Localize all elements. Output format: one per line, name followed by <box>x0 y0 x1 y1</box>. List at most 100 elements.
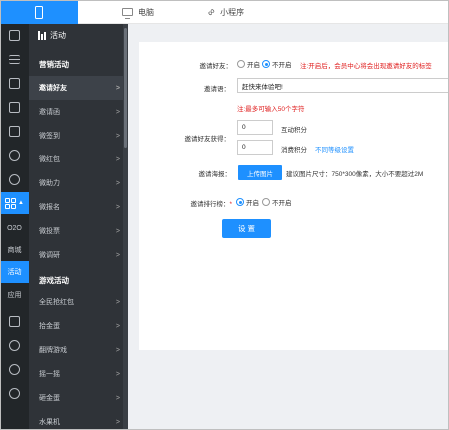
submenu-item-assist[interactable]: 微助力 > <box>29 171 128 195</box>
rail-o2o[interactable]: O2O <box>0 217 29 239</box>
submenu-header-label: 活动 <box>50 30 66 40</box>
rail-dashboard[interactable] <box>0 24 29 46</box>
rail-apps[interactable]: 应用 <box>0 284 29 306</box>
rail-image[interactable] <box>0 120 29 142</box>
submenu-scroll-thumb[interactable] <box>124 28 127 148</box>
required-mark: * <box>229 201 232 208</box>
invite-friends-label: 邀请好友： <box>199 63 233 70</box>
section-title-marketing: 营销活动 <box>39 60 69 69</box>
rail-user[interactable] <box>0 144 29 166</box>
submenu-item-label: 摇一摇 <box>39 371 60 378</box>
submenu-item-label: 水果机 <box>39 419 60 426</box>
rail-activity[interactable]: 活动 <box>0 261 29 283</box>
chevron-right-icon: > <box>115 418 120 426</box>
compass-icon <box>9 363 20 375</box>
monitor-icon <box>122 8 133 19</box>
spend-points-input[interactable]: 0 <box>237 140 273 155</box>
submenu-item-checkin[interactable]: 微签到 > <box>29 124 128 148</box>
tab-mini-program-label: 小程序 <box>220 7 245 17</box>
radio-circle <box>262 198 270 206</box>
submenu-item-label: 拾金蛋 <box>39 323 60 330</box>
radio-label: 不开启 <box>272 200 292 207</box>
invite-text-hint: 注:最多可输入50个字符 <box>237 106 305 113</box>
tab-pc-label: 电脑 <box>138 7 154 17</box>
activity-submenu: 活动 营销活动 邀请好友 > 邀请函 > 微签到 > 微红包 > 微助力 > 微… <box>29 24 128 430</box>
interactive-points-label: 互动积分 <box>281 127 307 134</box>
list-icon <box>9 54 20 64</box>
submenu-item-label: 邀请函 <box>39 109 60 116</box>
chevron-right-icon: > <box>115 370 120 378</box>
chevron-right-icon: > <box>115 179 120 187</box>
tab-mini-program[interactable]: ∞ 小程序 <box>205 0 245 24</box>
submenu-item-vote[interactable]: 微投票 > <box>29 219 128 243</box>
rail-grid[interactable]: ▲ <box>0 192 29 214</box>
rail-settings[interactable] <box>0 382 29 404</box>
save-settings-button[interactable]: 设 置 <box>222 219 271 238</box>
refresh-icon <box>9 173 20 185</box>
user-icon <box>9 149 20 161</box>
submenu-item-label: 微红包 <box>39 156 60 163</box>
submenu-item-label: 全民抢红包 <box>39 299 74 306</box>
submenu-item-label: 微报名 <box>39 204 60 211</box>
chevron-right-icon: > <box>115 394 120 402</box>
invite-friends-radio-on[interactable]: 开启 <box>237 59 260 69</box>
radio-circle-selected <box>262 60 270 68</box>
poster-size-hint: 建议图片尺寸：750*300像素，大小不要超过2M <box>286 171 424 178</box>
section-title-games: 游戏活动 <box>39 276 69 285</box>
rail-document[interactable] <box>0 96 29 118</box>
interactive-points-input[interactable]: 0 <box>237 120 273 135</box>
submenu-item-fruit-machine[interactable]: 水果机 > <box>29 410 128 430</box>
link-icon: ∞ <box>205 5 218 19</box>
tab-mobile[interactable] <box>0 0 78 24</box>
dashboard-icon <box>9 29 20 41</box>
chevron-right-icon: > <box>115 155 120 163</box>
radio-label: 开启 <box>247 62 260 69</box>
rail-refresh[interactable] <box>0 168 29 190</box>
ranking-radio-on[interactable]: 开启 <box>236 197 259 207</box>
submenu-item-grab-red-packet[interactable]: 全民抢红包 > <box>29 290 128 314</box>
invite-text-input[interactable]: 赶快来体验吧! <box>237 78 449 93</box>
spend-points-label: 消费积分 <box>281 147 307 154</box>
upload-image-button[interactable]: 上传图片 <box>238 165 282 180</box>
rail-compass[interactable] <box>0 358 29 380</box>
submenu-item-pick-golden-egg[interactable]: 拾金蛋 > <box>29 314 128 338</box>
image-icon <box>9 125 20 137</box>
rail-chat[interactable] <box>0 72 29 94</box>
submenu-item-survey[interactable]: 微调研 > <box>29 243 128 267</box>
submenu-item-shake[interactable]: 摇一摇 > <box>29 362 128 386</box>
icon-rail: ▲ O2O 商城 活动 应用 <box>0 24 29 430</box>
grid-icon <box>5 197 17 209</box>
chevron-right-icon: > <box>115 322 120 330</box>
radio-circle <box>237 60 245 68</box>
tab-pc[interactable]: 电脑 <box>122 0 154 24</box>
submenu-item-signup[interactable]: 微报名 > <box>29 195 128 219</box>
radio-label: 开启 <box>246 200 259 207</box>
rail-mall[interactable]: 商城 <box>0 239 29 261</box>
submenu-header: 活动 <box>29 24 128 46</box>
ranking-radio-off[interactable]: 不开启 <box>262 197 292 207</box>
submenu-item-red-packet[interactable]: 微红包 > <box>29 147 128 171</box>
submenu-item-smash-golden-egg[interactable]: 砸金蛋 > <box>29 386 128 410</box>
submenu-item-invite-friends[interactable]: 邀请好友 > <box>29 76 128 100</box>
message-icon <box>9 339 20 351</box>
phone-icon <box>35 5 43 19</box>
notepad-icon <box>9 315 20 327</box>
submenu-item-label: 微签到 <box>39 133 60 140</box>
rail-list[interactable] <box>0 48 29 70</box>
document-icon <box>9 101 20 113</box>
invite-friends-note: 注:开启后，会员中心将会出现邀请好友的标签 <box>300 63 432 70</box>
level-settings-link[interactable]: 不同等级设置 <box>315 144 354 154</box>
chevron-right-icon: > <box>115 108 120 116</box>
chevron-right-icon: > <box>115 346 120 354</box>
chevron-right-icon: > <box>115 84 120 92</box>
submenu-item-invitation[interactable]: 邀请函 > <box>29 100 128 124</box>
invite-friends-radio-off[interactable]: 不开启 <box>262 59 292 69</box>
submenu-item-label: 微助力 <box>39 180 60 187</box>
chevron-right-icon: > <box>115 298 120 306</box>
submenu-item-label: 微调研 <box>39 252 60 259</box>
submenu-item-label: 邀请好友 <box>39 85 67 92</box>
poster-label: 邀请海报： <box>198 171 232 178</box>
rail-message[interactable] <box>0 334 29 356</box>
submenu-item-flip-cards[interactable]: 翻牌游戏 > <box>29 338 128 362</box>
rail-notepad[interactable] <box>0 310 29 332</box>
